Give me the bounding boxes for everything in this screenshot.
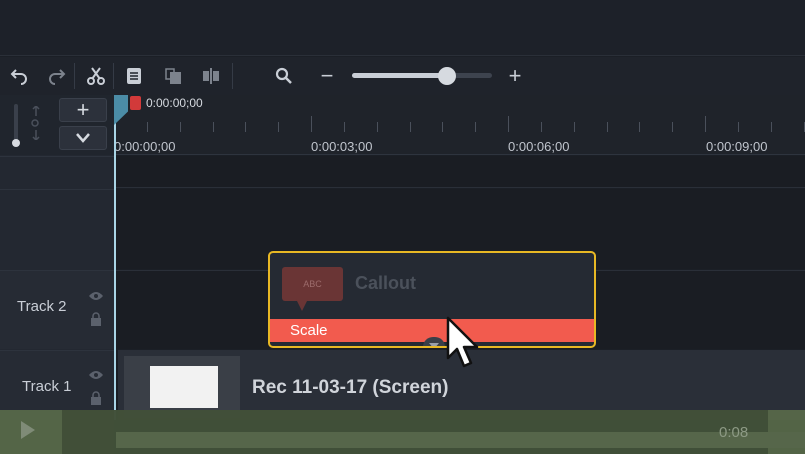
callout-clip-title: Callout xyxy=(355,273,416,293)
add-track-button[interactable]: + xyxy=(59,97,107,122)
ruler-tick xyxy=(770,122,772,132)
player-scrub-bar[interactable] xyxy=(116,432,805,448)
playhead-line[interactable] xyxy=(114,110,116,420)
zoom-fit-icon[interactable] xyxy=(30,104,42,145)
toolbar-divider xyxy=(113,63,114,89)
ruler-tick xyxy=(179,122,181,132)
track-height-slider[interactable] xyxy=(14,104,18,144)
scale-animation-label: Scale xyxy=(290,322,328,339)
canvas-area xyxy=(0,0,805,56)
play-icon[interactable] xyxy=(19,420,37,446)
ruler-tick xyxy=(508,116,509,132)
ruler-label: 0:00:09;00 xyxy=(706,139,768,154)
copy-icon[interactable] xyxy=(160,63,186,89)
ruler-label: 0:00:00;00 xyxy=(114,139,176,154)
toolbar-divider xyxy=(74,63,75,89)
zoom-in-button[interactable]: + xyxy=(502,63,528,89)
ruler-tick xyxy=(475,122,477,132)
timeline-ruler[interactable] xyxy=(114,95,805,155)
lock-icon[interactable] xyxy=(90,391,102,410)
playhead-time: 0:00:00;00 xyxy=(146,96,203,110)
track-height-knob[interactable] xyxy=(12,139,20,147)
triangle-down-icon xyxy=(429,343,439,346)
ruler-tick xyxy=(672,122,674,132)
zoom-slider-fill xyxy=(352,73,448,78)
recording-thumbnail-screen xyxy=(150,366,218,408)
split-icon[interactable] xyxy=(198,63,224,89)
ruler-tick xyxy=(146,122,148,132)
playhead-end-marker[interactable] xyxy=(130,96,141,110)
track-label: Track 1 xyxy=(22,378,72,395)
recording-clip-title: Rec 11-03-17 (Screen) xyxy=(252,377,449,398)
ruler-tick xyxy=(737,122,739,132)
ruler-tick xyxy=(278,122,280,132)
toolbar-divider xyxy=(232,63,233,89)
ruler-tick xyxy=(245,122,247,132)
undo-icon[interactable] xyxy=(6,63,32,89)
redo-icon[interactable] xyxy=(44,63,70,89)
ruler-tick xyxy=(540,122,542,132)
collapse-tracks-button[interactable] xyxy=(59,126,107,150)
ruler-tick xyxy=(311,116,312,132)
ruler-label: 0:00:06;00 xyxy=(508,139,570,154)
ruler-tick xyxy=(639,122,641,132)
ruler-tick xyxy=(409,122,411,132)
ruler-tick xyxy=(442,122,444,132)
ruler-tick xyxy=(705,116,706,132)
player-time: 0:08 xyxy=(719,424,749,441)
ruler-tick xyxy=(376,122,378,132)
ruler-tick xyxy=(212,122,214,132)
ruler-tick xyxy=(343,122,345,132)
track-header-empty xyxy=(0,189,114,269)
chevron-down-icon xyxy=(76,133,90,143)
ruler-tick xyxy=(573,122,575,132)
track-row-empty xyxy=(114,156,805,188)
zoom-search-icon[interactable] xyxy=(271,63,297,89)
callout-clip[interactable]: ABC Callout Scale xyxy=(268,251,596,348)
callout-thumbnail-tail xyxy=(296,299,308,311)
eye-icon[interactable] xyxy=(88,368,104,386)
ruler-tick xyxy=(803,122,805,132)
ruler-label: 0:00:03;00 xyxy=(311,139,373,154)
callout-thumbnail: ABC xyxy=(282,267,343,301)
track-label: Track 2 xyxy=(17,298,67,315)
paste-icon[interactable] xyxy=(121,63,147,89)
ruler-tick xyxy=(606,122,608,132)
zoom-out-button[interactable]: − xyxy=(314,63,340,89)
zoom-slider-track[interactable] xyxy=(352,73,492,78)
cut-icon[interactable] xyxy=(83,63,109,89)
mouse-cursor-icon xyxy=(446,316,480,375)
eye-icon[interactable] xyxy=(88,289,104,307)
lock-icon[interactable] xyxy=(90,312,102,331)
track-header-empty xyxy=(0,156,114,188)
